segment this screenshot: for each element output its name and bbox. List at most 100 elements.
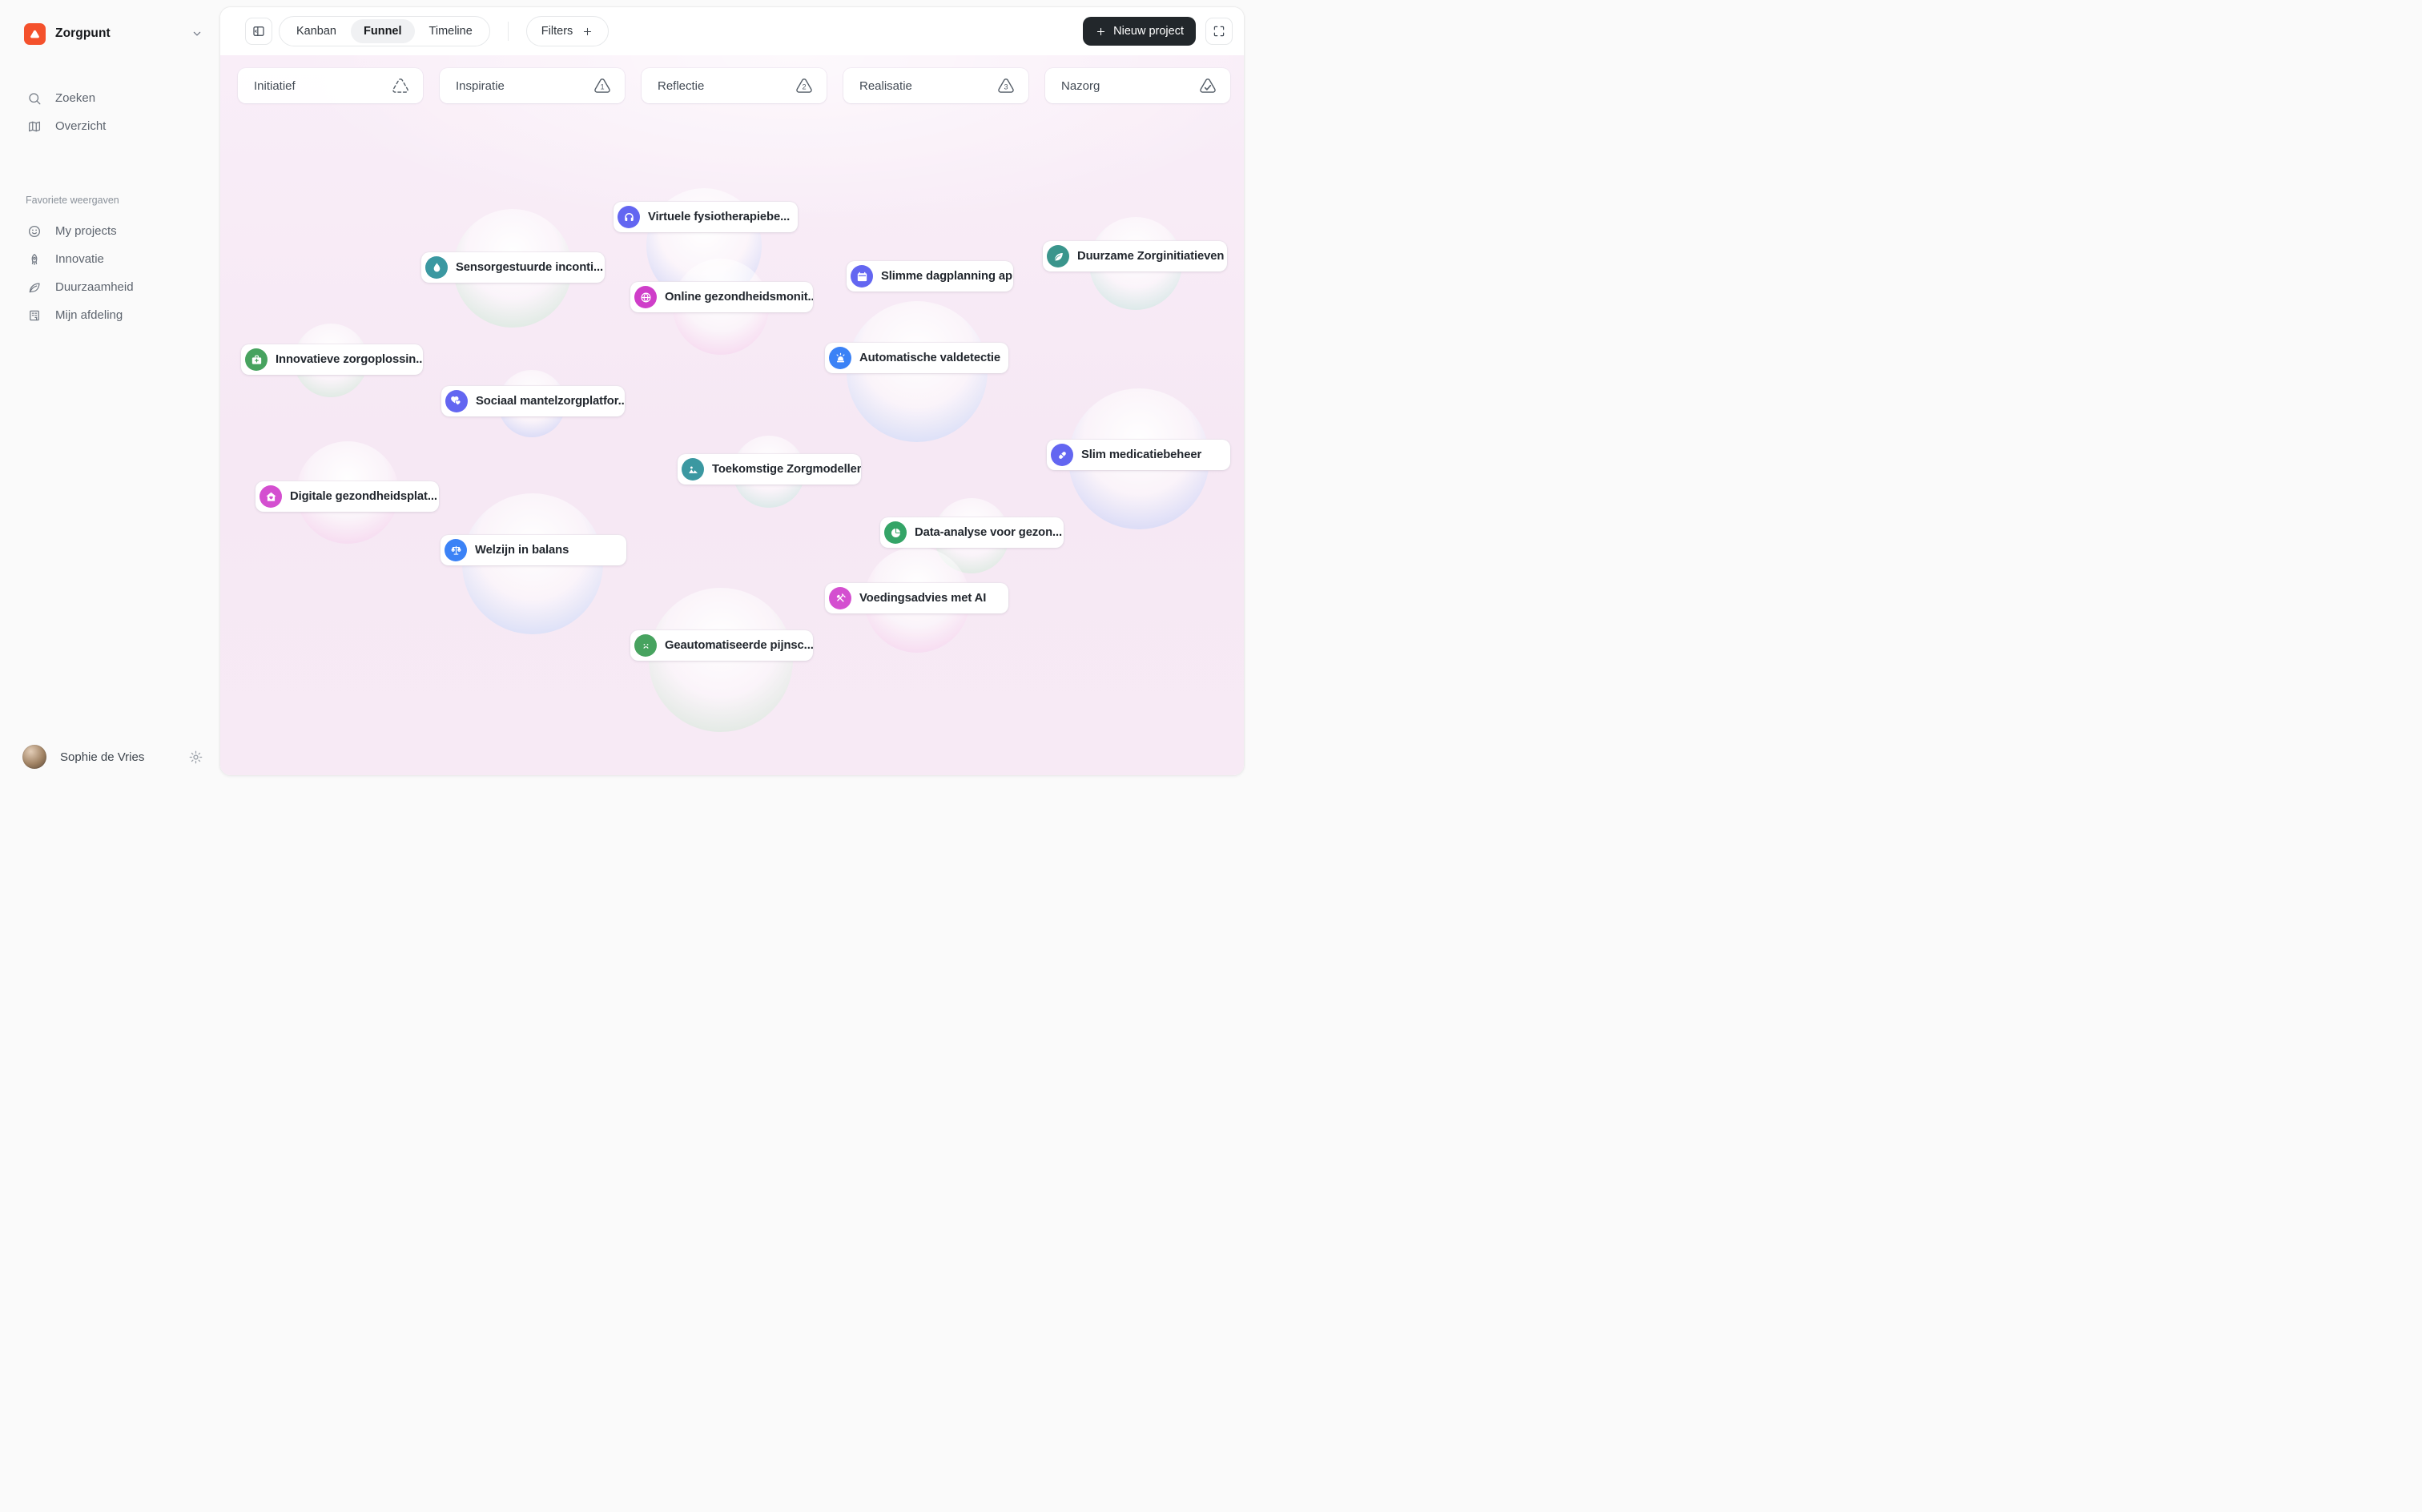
- workspace-name: Zorgpunt: [55, 26, 181, 41]
- filters-button[interactable]: Filters: [526, 16, 609, 46]
- project-card-virtuele-fysiotherapiebe[interactable]: Virtuele fysiotherapiebe...: [614, 202, 798, 232]
- tab-timeline[interactable]: Timeline: [416, 19, 485, 43]
- main-panel: KanbanFunnelTimeline Filters Nieuw proje…: [219, 6, 1245, 776]
- project-card-label: Toekomstige Zorgmodellen: [712, 463, 861, 476]
- user-row[interactable]: Sophie de Vries: [22, 744, 203, 770]
- siren-icon: [829, 347, 851, 369]
- project-card-sociaal-mantelzorgplatfor[interactable]: Sociaal mantelzorgplatfor...: [441, 386, 625, 416]
- project-card-label: Data-analyse voor gezon...: [915, 526, 1062, 539]
- smiley-icon: [27, 224, 42, 239]
- favorites-heading: Favoriete weergaven: [26, 195, 119, 206]
- sidebar-item-zoeken[interactable]: Zoeken: [0, 84, 219, 112]
- pill-icon: [1051, 444, 1073, 466]
- building-icon: [27, 308, 42, 323]
- rocket-icon: [27, 252, 42, 267]
- sidebar-favorites: My projects Innovatie Duurzaamheid Mijn afd…: [0, 217, 219, 329]
- gear-icon[interactable]: [188, 750, 203, 765]
- sidebar-item-label: Innovatie: [55, 252, 104, 266]
- column-label: Inspiratie: [456, 79, 505, 93]
- sidebar-item-duurzaamheid[interactable]: Duurzaamheid: [0, 273, 219, 301]
- project-card-geautomatiseerde-pijnsc[interactable]: Geautomatiseerde pijnsc...: [630, 630, 813, 661]
- column-header-reflectie: Reflectie 2: [642, 68, 827, 103]
- svg-text:1: 1: [600, 83, 604, 91]
- column-label: Nazorg: [1061, 79, 1100, 93]
- project-card-innovatieve-zorgoplossin[interactable]: Innovatieve zorgoplossin...: [241, 344, 423, 375]
- funnel-canvas[interactable]: InitiatiefInspiratie1Reflectie2Realisati…: [220, 55, 1244, 775]
- sidebar: Zorgpunt Zoeken Overzicht Favoriete weerg…: [0, 0, 219, 784]
- sidebar-item-label: Zoeken: [55, 91, 95, 105]
- panel-toggle-icon: [251, 24, 266, 38]
- project-card-slimme-dagplanning-app[interactable]: Slimme dagplanning app: [847, 261, 1013, 292]
- column-header-initiatief: Initiatief: [238, 68, 423, 103]
- plus-icon: [1095, 26, 1107, 38]
- mountains-icon: [682, 458, 704, 481]
- column-header-nazorg: Nazorg: [1045, 68, 1230, 103]
- toolbar: KanbanFunnelTimeline Filters Nieuw proje…: [220, 7, 1244, 55]
- search-icon: [27, 91, 42, 106]
- leaf-icon: [1047, 245, 1069, 267]
- svg-text:3: 3: [1004, 83, 1008, 91]
- new-project-button[interactable]: Nieuw project: [1083, 17, 1196, 46]
- project-card-duurzame-zorginitiatieven[interactable]: Duurzame Zorginitiatieven: [1043, 241, 1227, 271]
- chevron-down-icon: [191, 27, 203, 40]
- project-card-sensorgestuurde-inconti[interactable]: Sensorgestuurde inconti...: [421, 252, 605, 283]
- svg-text:2: 2: [802, 83, 806, 91]
- sidebar-item-overzicht[interactable]: Overzicht: [0, 112, 219, 140]
- sidebar-toggle-button[interactable]: [245, 18, 272, 45]
- scales-icon: [445, 539, 467, 561]
- project-card-label: Geautomatiseerde pijnsc...: [665, 639, 813, 652]
- utensils-icon: [829, 587, 851, 609]
- sidebar-item-mijn-afdeling[interactable]: Mijn afdeling: [0, 301, 219, 329]
- project-card-automatische-valdetectie[interactable]: Automatische valdetectie: [825, 343, 1008, 373]
- project-card-online-gezondheidsmonit[interactable]: Online gezondheidsmonit...: [630, 282, 813, 312]
- home-heart-icon: [260, 485, 282, 508]
- calendar-icon: [851, 265, 873, 288]
- sidebar-item-label: Mijn afdeling: [55, 308, 123, 322]
- project-card-label: Innovatieve zorgoplossin...: [276, 353, 423, 366]
- plus-icon: [581, 26, 593, 38]
- droplet-icon: [425, 256, 448, 279]
- tab-funnel[interactable]: Funnel: [351, 19, 415, 43]
- sidebar-nav: Zoeken Overzicht: [0, 84, 219, 140]
- project-card-label: Automatische valdetectie: [859, 352, 1000, 364]
- project-card-slim-medicatiebeheer[interactable]: Slim medicatiebeheer: [1047, 440, 1230, 470]
- filters-label: Filters: [541, 25, 573, 38]
- tab-kanban[interactable]: Kanban: [284, 19, 349, 43]
- column-badge-triangle-icon: 2: [794, 75, 815, 96]
- triangle-logo-icon: [28, 27, 42, 41]
- pie-chart-icon: [884, 521, 907, 544]
- sidebar-item-my-projects[interactable]: My projects: [0, 217, 219, 245]
- project-card-label: Slim medicatiebeheer: [1081, 448, 1201, 461]
- toolbar-divider: [508, 22, 509, 41]
- project-card-label: Virtuele fysiotherapiebe...: [648, 211, 790, 223]
- project-card-label: Sensorgestuurde inconti...: [456, 261, 603, 274]
- project-card-welzijn-in-balans[interactable]: Welzijn in balans: [441, 535, 626, 565]
- project-card-label: Slimme dagplanning app: [881, 270, 1013, 283]
- headphones-icon: [618, 206, 640, 228]
- column-badge-triangle-icon: 1: [592, 75, 613, 96]
- column-badge-triangle-icon: [390, 75, 411, 96]
- fullscreen-button[interactable]: [1205, 18, 1233, 45]
- project-card-toekomstige-zorgmodellen[interactable]: Toekomstige Zorgmodellen: [678, 454, 861, 485]
- project-card-label: Duurzame Zorginitiatieven: [1077, 250, 1224, 263]
- project-card-data-analyse-voor-gezon[interactable]: Data-analyse voor gezon...: [880, 517, 1064, 548]
- new-project-label: Nieuw project: [1113, 25, 1184, 38]
- project-card-digitale-gezondheidsplat[interactable]: Digitale gezondheidsplat...: [255, 481, 439, 512]
- workspace-switcher[interactable]: Zorgpunt: [24, 22, 203, 46]
- leaf-outline-icon: [27, 280, 42, 295]
- zorgpunt-logo: [24, 23, 46, 45]
- project-card-voedingsadvies-met-ai[interactable]: Voedingsadvies met AI: [825, 583, 1008, 613]
- user-name: Sophie de Vries: [60, 750, 175, 764]
- sidebar-item-label: Duurzaamheid: [55, 280, 134, 294]
- avatar: [22, 745, 46, 769]
- column-label: Initiatief: [254, 79, 296, 93]
- column-label: Reflectie: [658, 79, 704, 93]
- globe-icon: [634, 286, 657, 308]
- sidebar-item-label: Overzicht: [55, 119, 106, 133]
- hearts-icon: [445, 390, 468, 412]
- sidebar-item-innovatie[interactable]: Innovatie: [0, 245, 219, 273]
- project-card-label: Digitale gezondheidsplat...: [290, 490, 437, 503]
- project-card-label: Online gezondheidsmonit...: [665, 291, 813, 304]
- column-header-inspiratie: Inspiratie 1: [440, 68, 625, 103]
- project-card-label: Welzijn in balans: [475, 544, 569, 557]
